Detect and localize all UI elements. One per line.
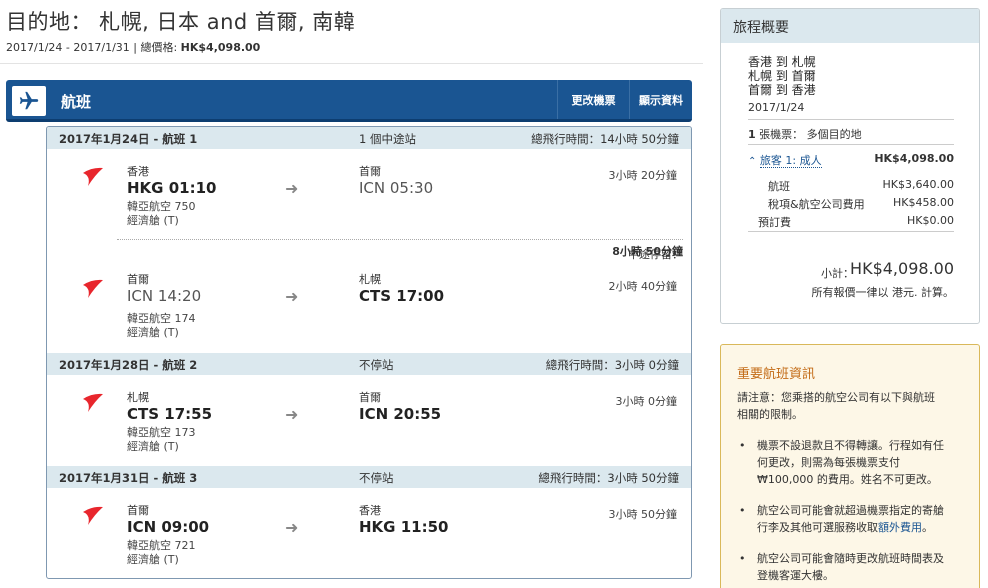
flight-leg: 香港 HKG 01:10 韓亞航空 750 經濟艙 (T) ➜ 首爾 ICN 0… [47,149,691,239]
segment-total-time: 總飛行時間：3小時 0分鐘 [545,358,679,372]
trip-summary-panel: 旅程概要 香港 到 札幌 札幌 到 首爾 首爾 到 香港 2017/1/24 1… [720,8,980,324]
arrival-city: 首爾 [359,165,381,178]
summary-divider [748,119,954,120]
layover-info: 中途停留： 8小時 50分鐘 [612,245,683,261]
arrival-time: ICN 20:55 [359,405,442,423]
segment-stops: 不停站 [359,471,394,485]
departure-time: CTS 17:55 [127,405,213,423]
booking-fee-label: 預訂費 [758,216,791,229]
important-intro: 請注意：您乘搭的航空公司有以下與航班 相關的限制。 [737,391,935,421]
segment-total-time: 總飛行時間：14小時 50分鐘 [531,132,679,146]
airline-logo-icon [79,504,105,529]
subtotal-value: HK$4,098.00 [850,259,954,278]
segment-stops: 1 個中途站 [359,132,416,146]
chevron-up-icon: ⌃ [748,156,757,167]
arrow-right-icon: ➜ [285,518,299,537]
important-flight-info-panel: 重要航班資訊 請注意：您乘搭的航空公司有以下與航班 相關的限制。 機票不設退款且… [720,344,980,588]
booking-fee-price: HK$0.00 [907,214,954,227]
flight-fare-label: 航班 [768,180,790,193]
extra-fees-link[interactable]: 額外費用 [878,521,922,534]
traveler-toggle[interactable]: ⌃ 旅客 1: 成人 [748,152,822,168]
summary-route: 首爾 到 香港 [748,83,816,97]
airline-logo-icon [79,165,105,190]
page-title: 目的地： 札幌, 日本 and 首爾, 南韓 [6,10,356,34]
segment-date: 2017年1月24日 - 航班 1 [59,132,198,146]
airline-logo-icon [79,391,105,416]
segment-total-time: 總飛行時間：3小時 50分鐘 [538,471,679,485]
arrival-city: 首爾 [359,391,381,404]
cabin-class: 經濟艙 (T) [127,214,179,227]
important-item: 機票不設退款且不得轉讓。行程如有任 何更改，則需為每張機票支付 ₩100,000… [737,437,967,488]
traveler-price: HK$4,098.00 [874,152,954,165]
flight-number: 韓亞航空 174 [127,312,196,325]
segment-header: 2017年1月24日 - 航班 1 1 個中途站 總飛行時間：14小時 50分鐘 [47,127,691,149]
layover-row: 中途停留： 8小時 50分鐘 [117,239,683,261]
segment-date: 2017年1月31日 - 航班 3 [59,471,198,485]
change-ticket-button[interactable]: 更改機票 [557,80,629,119]
header-divider [0,63,703,64]
departure-city: 香港 [127,165,149,178]
arrival-city: 札幌 [359,273,381,286]
traveler-label: 旅客 1: 成人 [759,154,822,168]
flight-leg: 札幌 CTS 17:55 韓亞航空 173 經濟艙 (T) ➜ 首爾 ICN 2… [47,375,691,465]
arrow-right-icon: ➜ [285,179,299,198]
total-price: HK$4,098.00 [180,41,261,54]
arrival-time: CTS 17:00 [359,287,445,305]
plane-icon [12,86,46,116]
cabin-class: 經濟艙 (T) [127,326,179,339]
departure-city: 首爾 [127,504,149,517]
itinerary-panel: 2017年1月24日 - 航班 1 1 個中途站 總飛行時間：14小時 50分鐘… [46,126,692,579]
arrival-time: ICN 05:30 [359,179,434,197]
segment-header: 2017年1月31日 - 航班 3 不停站 總飛行時間：3小時 50分鐘 [47,466,691,488]
leg-duration: 3小時 0分鐘 [615,395,678,408]
tax-label: 稅項&航空公司費用 [768,198,865,211]
segment-stops: 不停站 [359,358,394,372]
summary-divider [748,231,954,232]
show-details-button[interactable]: 顯示資料 [629,80,692,119]
trip-dates-price: 2017/1/24 - 2017/1/31 | 總價格: HK$4,098.00 [6,39,260,55]
important-item: 航空公司可能會就超過機票指定的寄艙 行李及其他可選服務收取額外費用。 [737,502,967,536]
flight-fare-price: HK$3,640.00 [882,178,954,191]
flight-number: 韓亞航空 721 [127,539,196,552]
departure-city: 札幌 [127,391,149,404]
flight-number: 韓亞航空 173 [127,426,196,439]
airline-logo-icon [79,277,105,302]
important-title: 重要航班資訊 [737,367,816,382]
leg-duration: 3小時 20分鐘 [608,169,678,182]
flight-leg: 首爾 ICN 09:00 韓亞航空 721 經濟艙 (T) ➜ 香港 HKG 1… [47,488,691,578]
departure-time: ICN 14:20 [127,287,202,305]
subtotal-label: 小計： [821,267,854,280]
segment-header: 2017年1月28日 - 航班 2 不停站 總飛行時間：3小時 0分鐘 [47,353,691,375]
flight-leg: 首爾 ICN 14:20 韓亞航空 174 經濟艙 (T) ➜ 札幌 CTS 1… [47,261,691,351]
departure-time: ICN 09:00 [127,518,210,536]
flight-number: 韓亞航空 750 [127,200,196,213]
flight-bar-title: 航班 [61,93,92,111]
segment-date: 2017年1月28日 - 航班 2 [59,358,198,372]
arrow-right-icon: ➜ [285,287,299,306]
arrival-city: 香港 [359,504,381,517]
leg-duration: 2小時 40分鐘 [608,280,678,293]
currency-note: 所有報價一律以 港元. 計算。 [811,286,955,299]
arrow-right-icon: ➜ [285,405,299,424]
summary-date: 2017/1/24 [748,101,805,114]
summary-divider [748,144,954,145]
important-item: 航空公司可能會隨時更改航班時間表及 登機客運大樓。 [737,550,967,584]
important-list: 機票不設退款且不得轉讓。行程如有任 何更改，則需為每張機票支付 ₩100,000… [737,437,967,584]
cabin-class: 經濟艙 (T) [127,553,179,566]
tax-price: HK$458.00 [893,196,954,209]
arrival-time: HKG 11:50 [359,518,449,536]
trip-dates: 2017/1/24 - 2017/1/31 | 總價格: [6,41,178,54]
ticket-info: 1 張機票： 多個目的地 [748,128,862,141]
flight-bar: 航班 更改機票 顯示資料 [6,80,692,122]
departure-city: 首爾 [127,273,149,286]
departure-time: HKG 01:10 [127,179,217,197]
cabin-class: 經濟艙 (T) [127,440,179,453]
leg-duration: 3小時 50分鐘 [608,508,678,521]
summary-title: 旅程概要 [721,9,979,43]
